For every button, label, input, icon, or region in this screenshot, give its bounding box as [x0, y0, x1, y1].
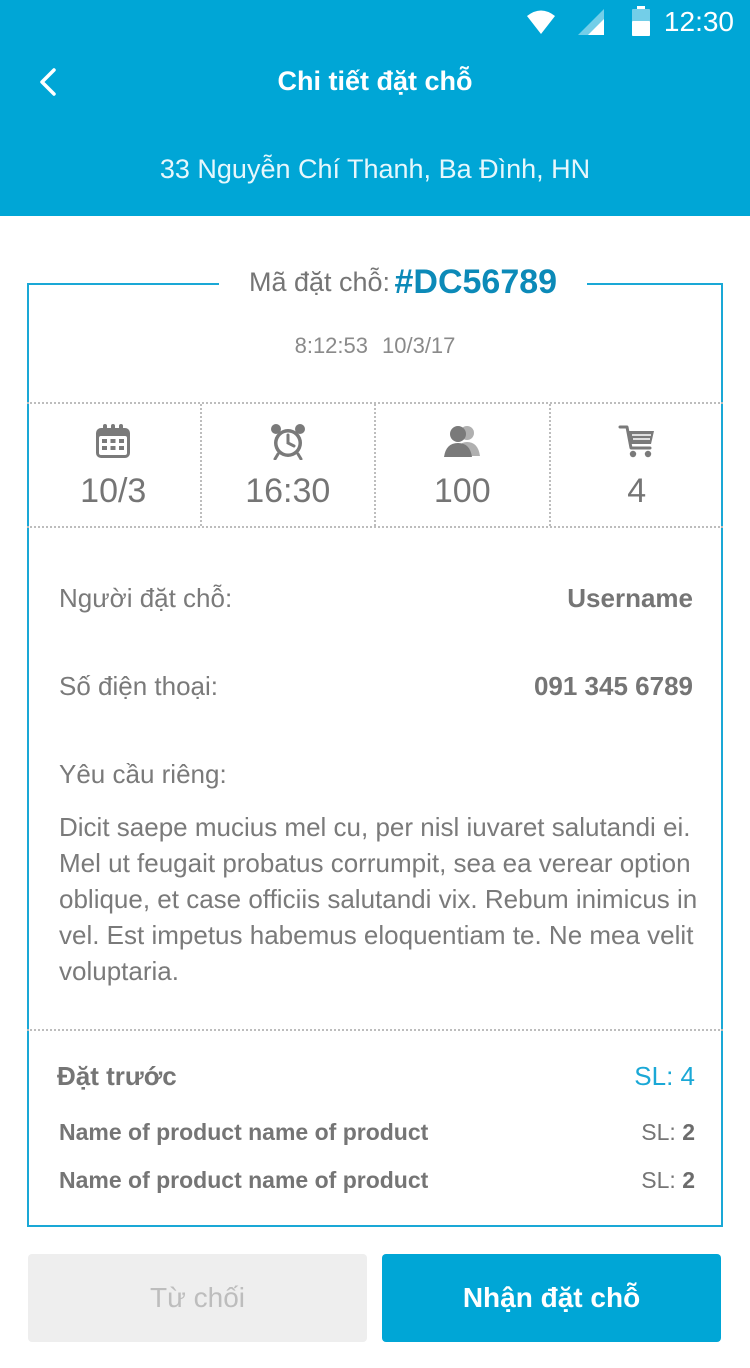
stat-guests: 100: [374, 404, 549, 526]
stat-date-value: 10/3: [80, 472, 147, 510]
page-title: Chi tiết đặt chỗ: [277, 66, 473, 96]
product-name: Name of product name of product: [59, 1119, 429, 1145]
phone-value: 091 345 6789: [533, 671, 693, 701]
booking-code: #DC56789: [394, 263, 558, 301]
accept-booking-button[interactable]: Nhận đặt chỗ: [382, 1254, 721, 1342]
phone-label: Số điện thoại:: [59, 671, 219, 701]
list-item: Name of product name of product SL: 2: [59, 1167, 695, 1197]
booking-code-row: Mã đặt chỗ: #DC56789: [219, 263, 587, 307]
reject-button[interactable]: Từ chối: [28, 1254, 367, 1342]
alarm-clock-icon: [270, 424, 305, 460]
stat-time: 16:30: [199, 404, 375, 526]
product-qty-value: 2: [682, 1119, 695, 1145]
booker-value: Username: [567, 583, 693, 613]
stat-items: 4: [548, 404, 724, 526]
signal-icon: [578, 9, 604, 35]
booking-stats: 10/3 16:30 100 4: [27, 402, 723, 528]
preorder-section: Đặt trước SL: 4 Name of product name of …: [27, 1029, 723, 1227]
stat-time-value: 16:30: [245, 472, 331, 510]
product-qty: SL: 2: [641, 1119, 695, 1146]
booking-code-label: Mã đặt chỗ:: [248, 267, 391, 297]
list-item: Name of product name of product SL: 2: [59, 1119, 695, 1149]
product-qty: SL: 2: [641, 1167, 695, 1194]
app-header: 12:30 Chi tiết đặt chỗ 33 Nguyễn Chí Tha…: [0, 0, 750, 216]
booking-date: 10/3/17: [382, 333, 456, 358]
people-icon: [444, 426, 481, 457]
status-time: 12:30: [663, 6, 734, 37]
stat-items-value: 4: [627, 472, 647, 510]
product-qty-value: 2: [682, 1167, 695, 1193]
calendar-icon: [96, 424, 131, 458]
stat-guests-value: 100: [433, 472, 491, 510]
booking-timestamp: 8:12:53 10/3/17: [29, 333, 721, 359]
cart-icon: [618, 425, 654, 458]
product-qty-label: SL:: [641, 1119, 676, 1145]
battery-icon: [632, 6, 650, 36]
preorder-title: Đặt trước: [57, 1061, 177, 1091]
product-qty-label: SL:: [641, 1167, 676, 1193]
preorder-count: SL: 4: [634, 1061, 695, 1091]
wifi-icon: [527, 10, 555, 34]
product-name: Name of product name of product: [59, 1167, 429, 1193]
request-text: Dicit saepe mucius mel cu, per nisl iuva…: [59, 812, 698, 986]
request-label: Yêu cầu riêng:: [59, 759, 227, 789]
status-bar: 12:30: [0, 0, 750, 48]
booker-label: Người đặt chỗ:: [59, 583, 233, 613]
booking-card: Mã đặt chỗ: #DC56789 8:12:53 10/3/17 10/3: [27, 263, 723, 1227]
booking-time: 8:12:53: [294, 333, 368, 358]
address: 33 Nguyễn Chí Thanh, Ba Đình, HN: [159, 154, 591, 184]
stat-date: 10/3: [27, 404, 200, 526]
